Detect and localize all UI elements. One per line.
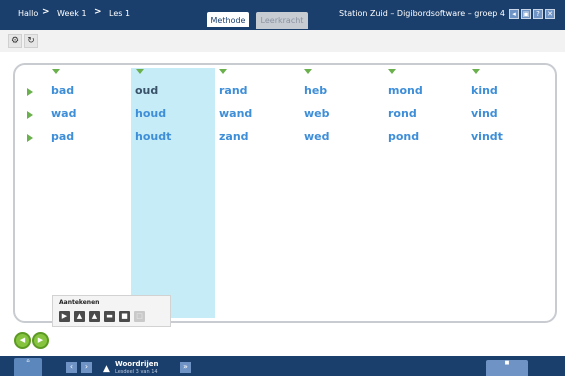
lesson-title: Woordrijen (115, 360, 159, 368)
word-cell[interactable]: kind (471, 84, 498, 97)
word-cell[interactable]: rand (219, 84, 248, 97)
word-cell[interactable]: wand (219, 107, 252, 120)
word-cell[interactable]: heb (304, 84, 327, 97)
help-icon[interactable]: ? (533, 9, 543, 19)
column-play-icon[interactable] (52, 69, 60, 74)
trash-icon: □ (134, 311, 145, 322)
annotation-title: Aantekenen (59, 299, 100, 306)
breadcrumb-week[interactable]: Week 1 (57, 9, 87, 18)
word-cell[interactable]: pond (388, 130, 419, 143)
word-cell[interactable]: mond (388, 84, 423, 97)
lesson-subtitle: Lesdeel 3 van 14 (115, 369, 158, 375)
sound-icon[interactable]: ◂ (509, 9, 519, 19)
previous-round-button[interactable]: ◀ (14, 332, 31, 349)
close-icon[interactable]: ✕ (545, 9, 555, 19)
next-lesson-button[interactable]: › (81, 362, 92, 373)
tab-methode[interactable]: Methode (207, 12, 249, 29)
previous-lesson-button[interactable]: ‹ (66, 362, 77, 373)
word-cell[interactable]: zand (219, 130, 249, 143)
select-cursor-icon[interactable]: ▶ (59, 311, 70, 322)
pen-icon[interactable]: ▲ (74, 311, 85, 322)
word-cell[interactable]: vindt (471, 130, 503, 143)
word-panel (13, 63, 557, 323)
clear-icon[interactable]: ■ (119, 311, 130, 322)
breadcrumb-hallo[interactable]: Hallo (18, 9, 38, 18)
refresh-icon[interactable]: ↻ (24, 34, 38, 48)
marker-icon[interactable]: ▲ (89, 311, 100, 322)
eraser-icon[interactable]: ▬ (104, 311, 115, 322)
row-play-icon[interactable] (27, 88, 33, 96)
lesson-icon: ▲ (103, 364, 110, 374)
word-cell[interactable]: wed (304, 130, 330, 143)
column-play-icon[interactable] (219, 69, 227, 74)
row-play-icon[interactable] (27, 134, 33, 142)
column-play-icon[interactable] (472, 69, 480, 74)
word-cell[interactable]: vind (471, 107, 498, 120)
annotation-palette: Aantekenen ▶ ▲ ▲ ▬ ■ □ (52, 295, 171, 327)
column-play-icon[interactable] (388, 69, 396, 74)
word-cell[interactable]: bad (51, 84, 74, 97)
chevron-right-icon: > (94, 7, 102, 17)
word-cell[interactable]: oud (135, 84, 158, 97)
word-cell[interactable]: rond (388, 107, 417, 120)
word-cell[interactable]: pad (51, 130, 74, 143)
home-button[interactable]: ⌂ (14, 358, 42, 376)
settings-gear-icon[interactable]: ⚙ (8, 34, 22, 48)
breadcrumb-les[interactable]: Les 1 (109, 9, 130, 18)
app-title: Station Zuid – Digibordsoftware – groep … (339, 9, 505, 18)
expand-icon[interactable]: » (180, 362, 191, 373)
column-highlight (131, 68, 215, 318)
row-play-icon[interactable] (27, 111, 33, 119)
chevron-right-icon: > (42, 7, 50, 17)
word-cell[interactable]: wad (51, 107, 76, 120)
tab-leerkracht[interactable]: Leerkracht (256, 12, 308, 29)
word-cell[interactable]: web (304, 107, 330, 120)
next-round-button[interactable]: ▶ (32, 332, 49, 349)
toolbar: ⚙ ↻ (0, 30, 565, 52)
window-icon[interactable]: ▣ (521, 9, 531, 19)
column-play-icon[interactable] (304, 69, 312, 74)
chat-button[interactable]: ■ (486, 360, 528, 376)
word-cell[interactable]: houd (135, 107, 166, 120)
word-cell[interactable]: houdt (135, 130, 171, 143)
top-bar: Hallo > Week 1 > Les 1 Methode Leerkrach… (0, 0, 565, 30)
column-play-icon[interactable] (136, 69, 144, 74)
